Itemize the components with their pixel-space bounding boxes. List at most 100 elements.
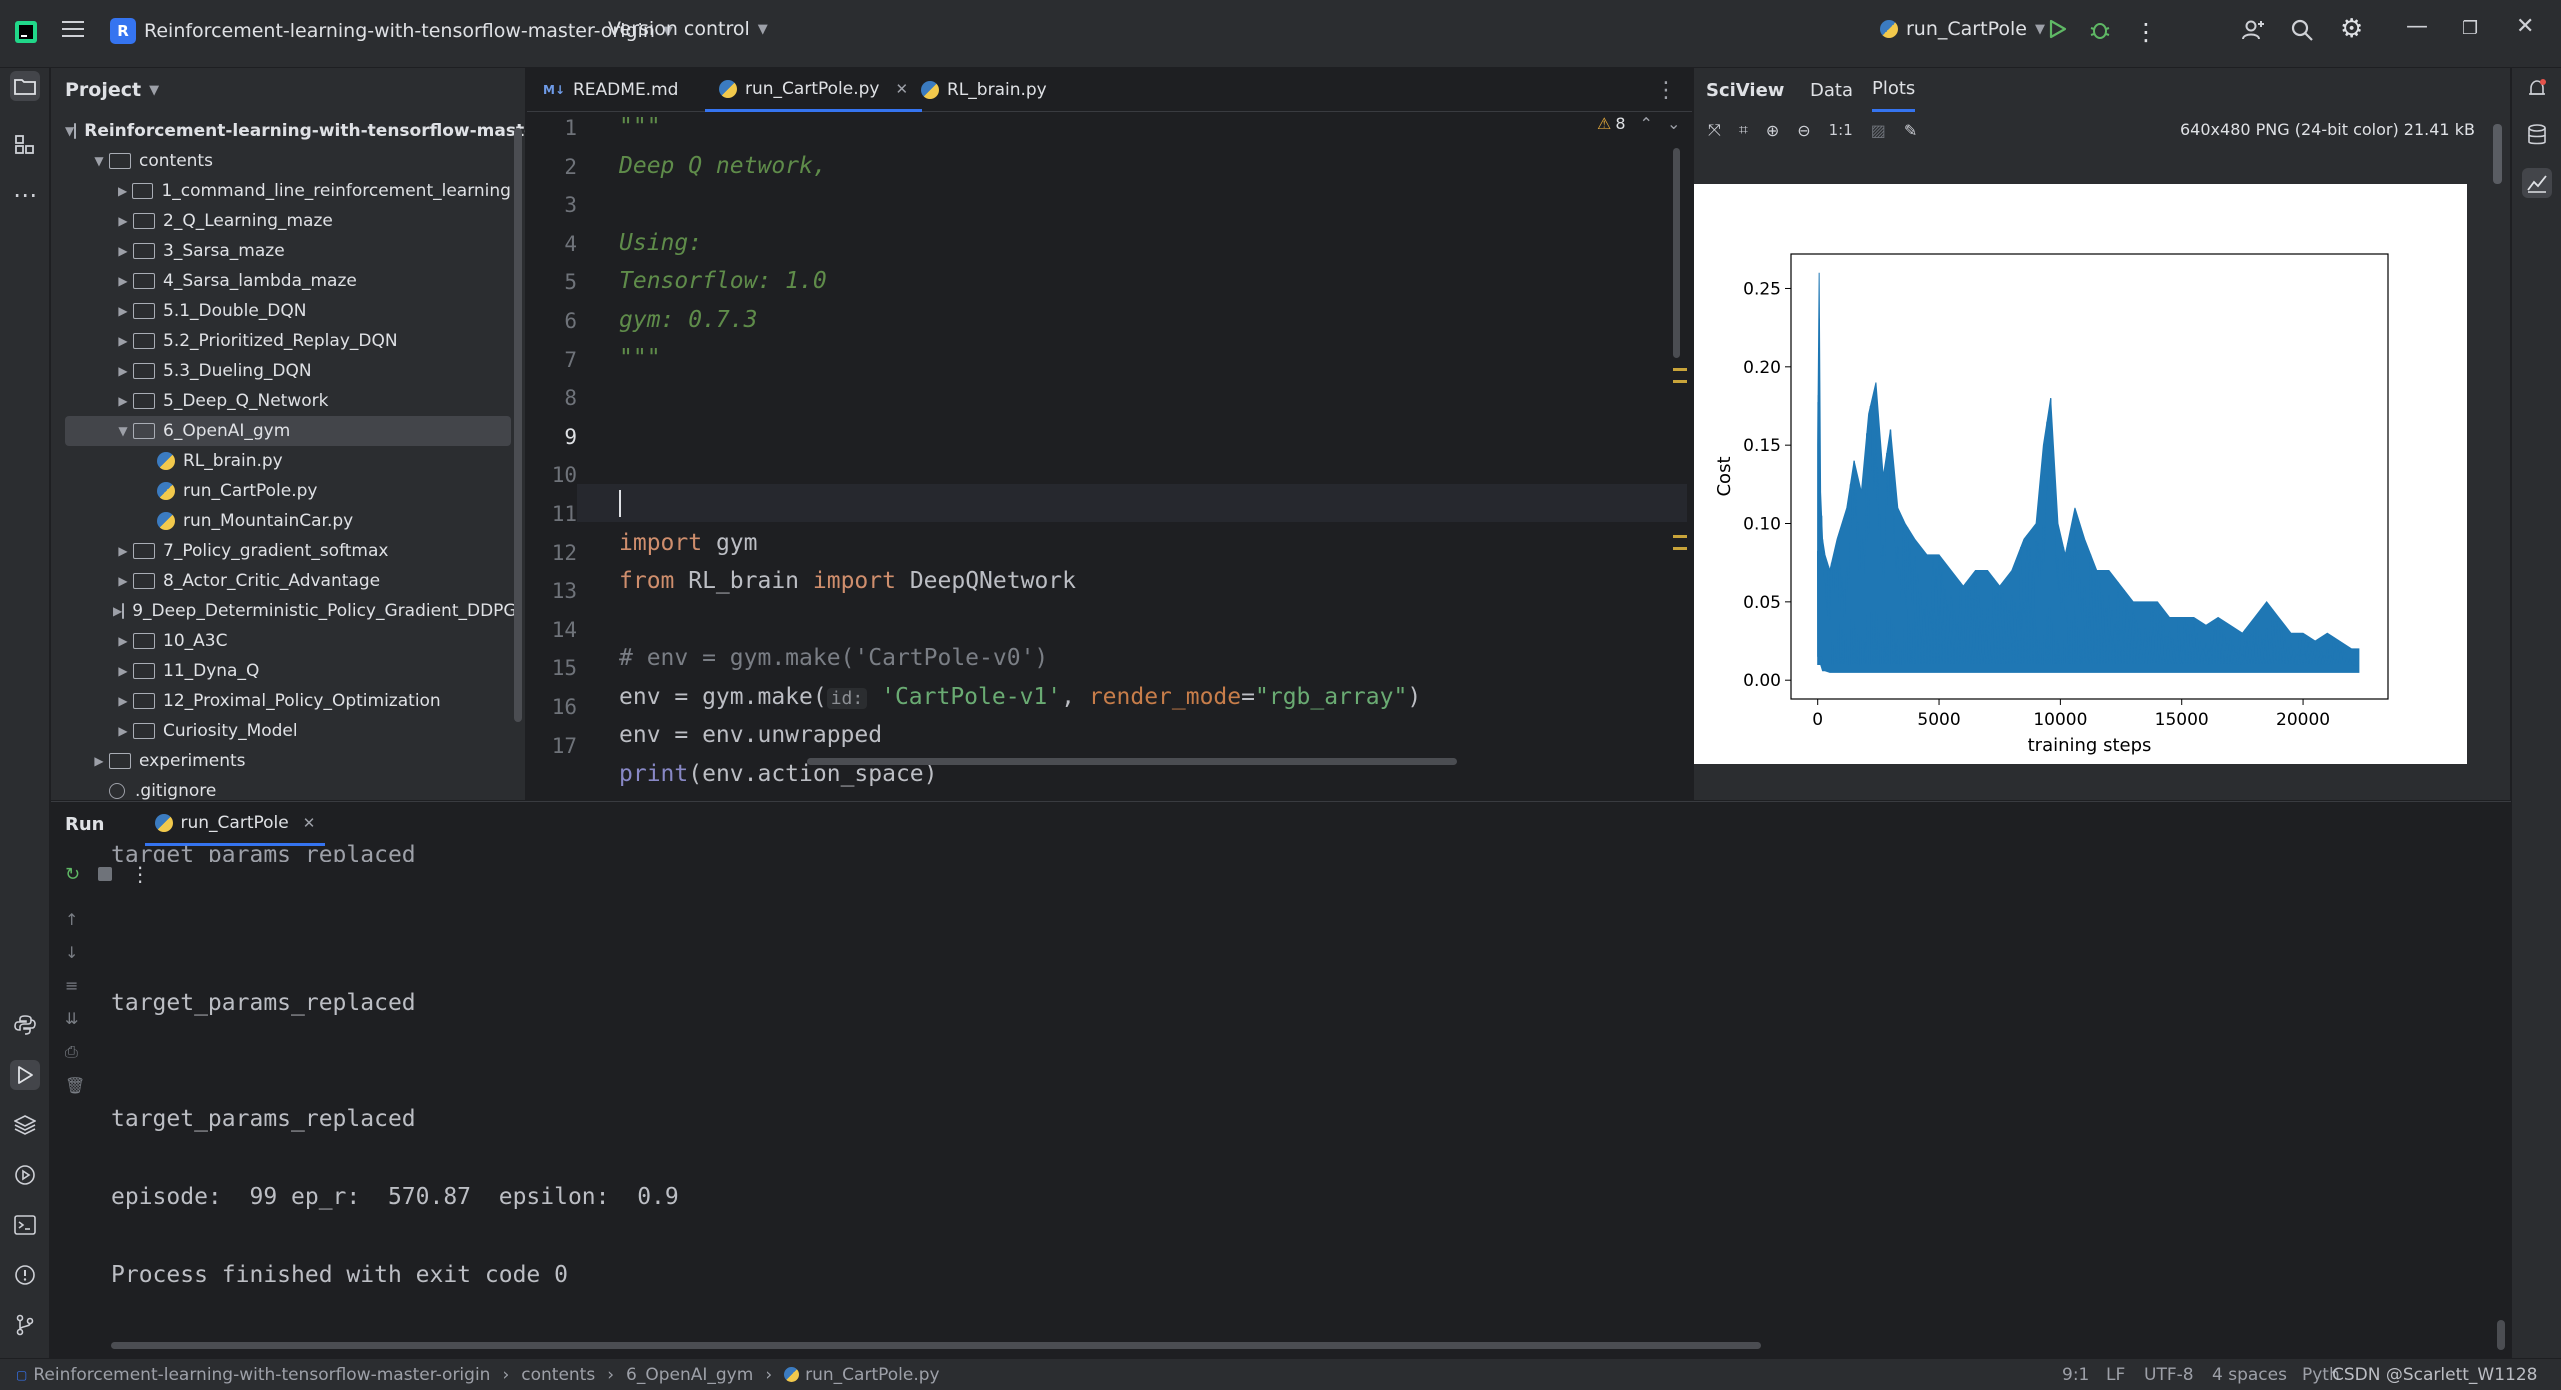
database-icon[interactable] <box>2522 120 2552 150</box>
terminal-icon[interactable] <box>10 1210 40 1240</box>
chevron-up-icon[interactable]: ⌃ <box>1640 114 1653 133</box>
folder-item[interactable]: ▼ contents <box>51 146 511 176</box>
debug-button[interactable] <box>2088 18 2112 42</box>
run-tab-cartpole[interactable]: run_CartPole ✕ <box>144 802 326 846</box>
stop-icon[interactable] <box>98 867 113 881</box>
line-separator[interactable]: LF <box>2106 1365 2125 1385</box>
code-line-1[interactable]: """ <box>619 114 661 140</box>
main-menu-icon[interactable] <box>60 18 86 40</box>
tabs-more-icon[interactable]: ⋮ <box>1655 68 1677 112</box>
code-line-7[interactable]: """ <box>619 345 661 371</box>
warning-marker[interactable] <box>1673 380 1687 383</box>
structure-icon[interactable] <box>10 130 40 160</box>
run-vertical-scrollbar[interactable] <box>2497 1320 2505 1350</box>
arrow-down-icon[interactable]: ↓ <box>65 943 85 962</box>
folder-item[interactable]: ▶ 2_Q_Learning_maze <box>51 206 511 236</box>
project-switcher[interactable]: R Reinforcement-learning-with-tensorflow… <box>110 18 673 44</box>
file-item[interactable]: RL_brain.py <box>51 446 511 476</box>
problems-icon[interactable] <box>10 1260 40 1290</box>
run-horizontal-scrollbar[interactable] <box>111 1342 1761 1349</box>
zoom-in-icon[interactable]: ⊕ <box>1766 121 1779 140</box>
folder-item[interactable]: .gitignore <box>51 776 511 800</box>
code-line-13[interactable]: # env = gym.make('CartPole-v0') <box>619 645 1048 671</box>
folder-item[interactable]: ▶ experiments <box>51 746 511 776</box>
code-line-5[interactable]: Tensorflow: 1.0 <box>619 268 827 294</box>
file-encoding[interactable]: UTF-8 <box>2144 1365 2194 1385</box>
folder-item[interactable]: ▶ 5.3_Dueling_DQN <box>51 356 511 386</box>
tab-plots[interactable]: Plots <box>1872 68 1916 112</box>
search-icon[interactable] <box>2290 18 2314 42</box>
breadcrumb-item[interactable]: 6_OpenAI_gym <box>626 1365 753 1385</box>
run-tool-icon[interactable] <box>10 1060 40 1090</box>
code-line-4[interactable]: Using: <box>619 230 702 256</box>
folder-item[interactable]: ▶ 7_Policy_gradient_softmax <box>51 536 511 566</box>
project-tool-folder-icon[interactable] <box>10 71 40 101</box>
editor-horizontal-scrollbar[interactable] <box>807 758 1457 765</box>
run-config-selector[interactable]: run_CartPole ▼ <box>1880 18 2045 40</box>
arrow-up-icon[interactable]: ↑ <box>65 910 85 929</box>
folder-item[interactable]: ▶ 8_Actor_Critic_Advantage <box>51 566 511 596</box>
maximize-button[interactable]: ❐ <box>2462 18 2478 39</box>
version-control-menu[interactable]: Version control ▼ <box>608 18 768 40</box>
tab-readme[interactable]: M↓ README.md <box>543 68 678 112</box>
more-tools-icon[interactable]: ⋯ <box>10 180 40 210</box>
fit-screen-icon[interactable]: ⤧ <box>1708 120 1721 140</box>
indent-setting[interactable]: 4 spaces <box>2212 1365 2287 1385</box>
tree-root[interactable]: ▼ Reinforcement-learning-with-tensorflow… <box>51 116 525 146</box>
folder-item[interactable]: ▶ 4_Sarsa_lambda_maze <box>51 266 511 296</box>
folder-item[interactable]: ▶ 12_Proximal_Policy_Optimization <box>51 686 511 716</box>
code-line-10[interactable]: import gym <box>619 530 757 556</box>
plot-image[interactable]: 0 5000 10000 15000 20000 0.00 0.05 0.10 0.15 0.20… <box>1694 184 2467 764</box>
warning-marker[interactable] <box>1673 535 1687 538</box>
more-actions-icon[interactable]: ⋮ <box>2134 18 2158 46</box>
folder-item[interactable]: ▶ 9_Deep_Deterministic_Policy_Gradient_DD… <box>51 596 517 626</box>
notifications-icon[interactable] <box>2522 74 2552 104</box>
file-item[interactable]: run_CartPole.py <box>51 476 511 506</box>
code-line-14[interactable]: env = gym.make(id: 'CartPole-v1', render… <box>619 684 1421 710</box>
folder-item[interactable]: ▶ 3_Sarsa_maze <box>51 236 511 266</box>
warning-marker[interactable] <box>1673 547 1687 550</box>
sciview-icon[interactable] <box>2522 168 2552 198</box>
folder-item[interactable]: ▶ 11_Dyna_Q <box>51 656 511 686</box>
code-line-11[interactable]: from RL_brain import DeepQNetwork <box>619 568 1076 594</box>
cursor-position[interactable]: 9:1 <box>2062 1365 2089 1385</box>
project-scrollbar[interactable] <box>514 128 522 722</box>
close-icon[interactable]: ✕ <box>895 80 908 98</box>
actual-size-button[interactable]: 1:1 <box>1829 121 1853 139</box>
folder-item[interactable]: ▶ 5.1_Double_DQN <box>51 296 511 326</box>
soft-wrap-icon[interactable]: ≡ <box>65 976 85 995</box>
rerun-icon[interactable]: ↻ <box>65 864 80 885</box>
trash-icon[interactable]: 🗑 <box>65 1076 85 1095</box>
layers-icon[interactable] <box>10 1110 40 1140</box>
close-window-button[interactable]: ✕ <box>2516 14 2534 39</box>
color-picker-icon[interactable]: ✎ <box>1904 121 1917 140</box>
folder-item[interactable]: ▶ 5_Deep_Q_Network <box>51 386 511 416</box>
python-console-icon[interactable] <box>10 1010 40 1040</box>
code-line-2[interactable]: Deep Q network, <box>619 153 827 179</box>
warning-marker[interactable] <box>1673 368 1687 371</box>
zoom-out-icon[interactable]: ⊖ <box>1797 121 1810 140</box>
tab-rl-brain[interactable]: RL_brain.py <box>921 68 1047 112</box>
crop-icon[interactable]: ⌗ <box>1739 120 1748 140</box>
folder-item[interactable]: ▶ 10_A3C <box>51 626 511 656</box>
services-icon[interactable] <box>10 1160 40 1190</box>
folder-item[interactable]: ▶ 5.2_Prioritized_Replay_DQN <box>51 326 511 356</box>
chevron-down-icon[interactable]: ⌄ <box>1667 114 1680 133</box>
sciview-scrollbar[interactable] <box>2493 124 2502 184</box>
inspection-widget[interactable]: ⚠ 8 ⌃ ⌄ <box>1597 114 1680 133</box>
minimize-button[interactable]: — <box>2406 14 2428 39</box>
more-actions-icon[interactable]: ⋮ <box>130 862 150 886</box>
folder-item[interactable]: ▶ 1_command_line_reinforcement_learning <box>51 176 511 206</box>
scroll-to-end-icon[interactable]: ⇊ <box>65 1009 85 1028</box>
run-button[interactable] <box>2046 18 2068 40</box>
print-icon[interactable]: ⎙ <box>65 1042 85 1062</box>
code-line-6[interactable]: gym: 0.7.3 <box>619 307 757 333</box>
gear-icon[interactable]: ⚙ <box>2340 14 2363 44</box>
folder-item[interactable]: ▼ 6_OpenAI_gym <box>65 416 511 446</box>
tab-data[interactable]: Data <box>1810 68 1853 112</box>
background-icon[interactable]: ▨ <box>1871 121 1886 140</box>
breadcrumb-item[interactable]: run_CartPole.py <box>805 1365 939 1385</box>
file-item[interactable]: run_MountainCar.py <box>51 506 511 536</box>
account-icon[interactable] <box>2240 18 2264 42</box>
code-line-15[interactable]: env = env.unwrapped <box>619 722 882 748</box>
